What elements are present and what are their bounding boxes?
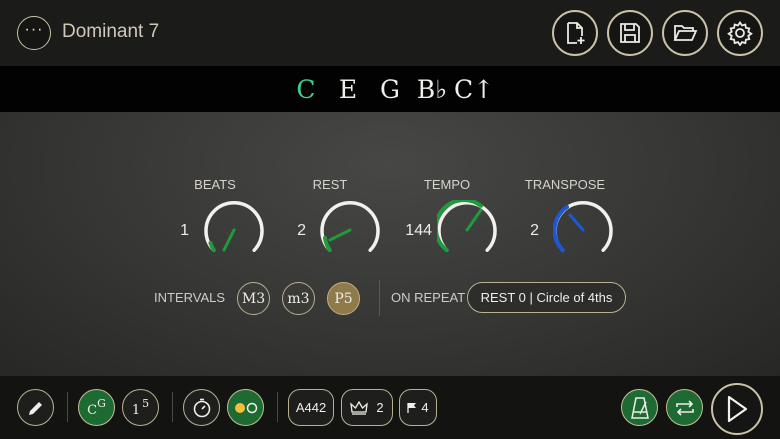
- beats-value: 1: [180, 222, 189, 239]
- crown-button[interactable]: 2: [341, 389, 393, 426]
- lights-toggle-button[interactable]: [227, 389, 264, 426]
- flag-button[interactable]: 4: [399, 389, 437, 426]
- tuning-button[interactable]: A442: [288, 389, 334, 426]
- note-4[interactable]: B♭: [411, 75, 453, 104]
- timer-icon: [193, 398, 210, 417]
- play-button[interactable]: [711, 383, 763, 435]
- open-folder-icon: [673, 25, 698, 41]
- rest-knob[interactable]: [320, 200, 380, 260]
- intervals-label: INTERVALS: [154, 290, 226, 305]
- beats-knob[interactable]: [204, 200, 264, 260]
- chord-mode-sup: G: [97, 397, 106, 410]
- note-3[interactable]: G: [369, 75, 411, 104]
- note-1[interactable]: C: [285, 75, 327, 104]
- interval-p5-button[interactable]: P5: [327, 282, 360, 315]
- beats-label: BEATS: [194, 177, 236, 192]
- note-5[interactable]: C↑: [453, 75, 495, 104]
- repeat-toggle-button[interactable]: [666, 389, 703, 426]
- toolbar-separator: [277, 392, 278, 422]
- transpose-knob[interactable]: [553, 200, 613, 260]
- degree-mode-base: 1: [131, 403, 141, 418]
- chord-notes-bar: C E G B♭ C↑: [0, 66, 780, 112]
- save-button[interactable]: [607, 10, 653, 56]
- tempo-knob[interactable]: [437, 200, 497, 260]
- repeat-icon: [675, 399, 694, 416]
- transpose-label: TRANSPOSE: [524, 177, 606, 192]
- metronome-button[interactable]: [621, 389, 658, 426]
- pencil-icon: [28, 401, 42, 415]
- open-folder-button[interactable]: [662, 10, 708, 56]
- flag-count: 4: [421, 400, 429, 415]
- dots-icon: [234, 402, 257, 413]
- crown-icon: [350, 400, 369, 415]
- play-icon: [727, 395, 748, 423]
- rest-label: REST: [312, 177, 348, 192]
- metronome-icon: [630, 396, 649, 419]
- timer-button[interactable]: [183, 389, 220, 426]
- degree-mode-button[interactable]: 1 5: [122, 389, 159, 426]
- edit-button[interactable]: [17, 389, 54, 426]
- toolbar-separator: [67, 392, 68, 422]
- note-2[interactable]: E: [327, 75, 369, 104]
- new-file-icon: [567, 22, 585, 44]
- degree-mode-sup: 5: [142, 397, 150, 410]
- save-icon: [620, 23, 640, 43]
- main-panel: [0, 112, 780, 376]
- rest-value: 2: [297, 222, 306, 239]
- page-title: Dominant 7: [62, 21, 160, 42]
- new-file-button[interactable]: [552, 10, 598, 56]
- chord-mode-base: C: [87, 403, 98, 418]
- tempo-value: 144: [405, 222, 432, 239]
- interval-m3-minor-button[interactable]: m3: [282, 282, 315, 315]
- flag-icon: [407, 402, 417, 413]
- tempo-label: TEMPO: [423, 177, 471, 192]
- crown-count: 2: [376, 400, 384, 415]
- settings-icon: [727, 20, 753, 46]
- more-icon: ···: [24, 21, 44, 38]
- chord-name-mode-button[interactable]: C G: [78, 389, 115, 426]
- repeat-mode-button[interactable]: REST 0 | Circle of 4ths: [467, 282, 626, 313]
- toolbar-separator: [172, 392, 173, 422]
- transpose-value: 2: [530, 222, 539, 239]
- settings-button[interactable]: [717, 10, 763, 56]
- interval-m3-major-button[interactable]: M3: [237, 282, 270, 315]
- more-menu-button[interactable]: ···: [17, 16, 51, 50]
- on-repeat-label: ON REPEAT: [391, 290, 466, 305]
- intervals-divider: [379, 280, 380, 316]
